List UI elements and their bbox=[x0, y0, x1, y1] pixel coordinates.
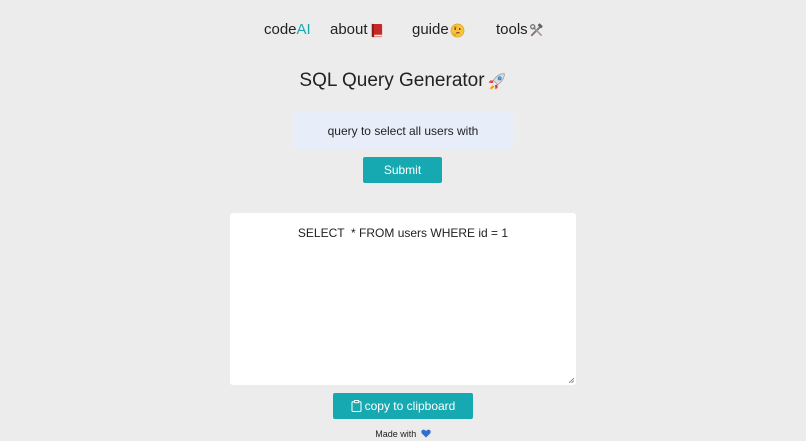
page-title-text: SQL Query Generator bbox=[299, 70, 485, 91]
rocket-icon bbox=[488, 72, 505, 90]
clipboard-icon bbox=[351, 400, 362, 412]
nav-tools-link[interactable]: tools bbox=[496, 19, 544, 41]
title-row: SQL Query Generator bbox=[0, 69, 806, 93]
nav-tools-label: tools bbox=[496, 21, 528, 38]
prompt-input[interactable] bbox=[293, 112, 513, 149]
nav-guide-label: guide bbox=[412, 21, 449, 38]
copy-button-label: copy to clipboard bbox=[364, 399, 456, 413]
hammer-and-wrench-icon bbox=[529, 22, 543, 36]
submit-button[interactable]: Submit bbox=[363, 157, 442, 183]
nav-about-label: about bbox=[330, 21, 368, 38]
nav-guide-link[interactable]: guide bbox=[412, 19, 465, 41]
sql-output-textarea[interactable]: SELECT * FROM users WHERE id = 1 bbox=[230, 213, 576, 385]
footer-text: Made with bbox=[375, 429, 417, 439]
thinking-face-icon bbox=[450, 23, 465, 37]
sql-output-text: SELECT * FROM users WHERE id = 1 bbox=[297, 226, 509, 240]
brand-prefix: code bbox=[264, 21, 297, 38]
resize-handle-icon[interactable] bbox=[568, 377, 574, 383]
top-nav: code AI about guide tools bbox=[0, 19, 806, 41]
footer: Made with bbox=[0, 428, 806, 440]
copy-to-clipboard-button[interactable]: copy to clipboard bbox=[333, 393, 473, 419]
page-title: SQL Query Generator bbox=[299, 69, 506, 93]
brand-suffix: AI bbox=[296, 21, 311, 38]
nav-about-link[interactable]: about bbox=[330, 19, 384, 41]
brand-logo-link[interactable]: code AI bbox=[264, 19, 311, 41]
red-book-icon bbox=[371, 23, 382, 37]
blue-heart-icon bbox=[421, 429, 431, 438]
